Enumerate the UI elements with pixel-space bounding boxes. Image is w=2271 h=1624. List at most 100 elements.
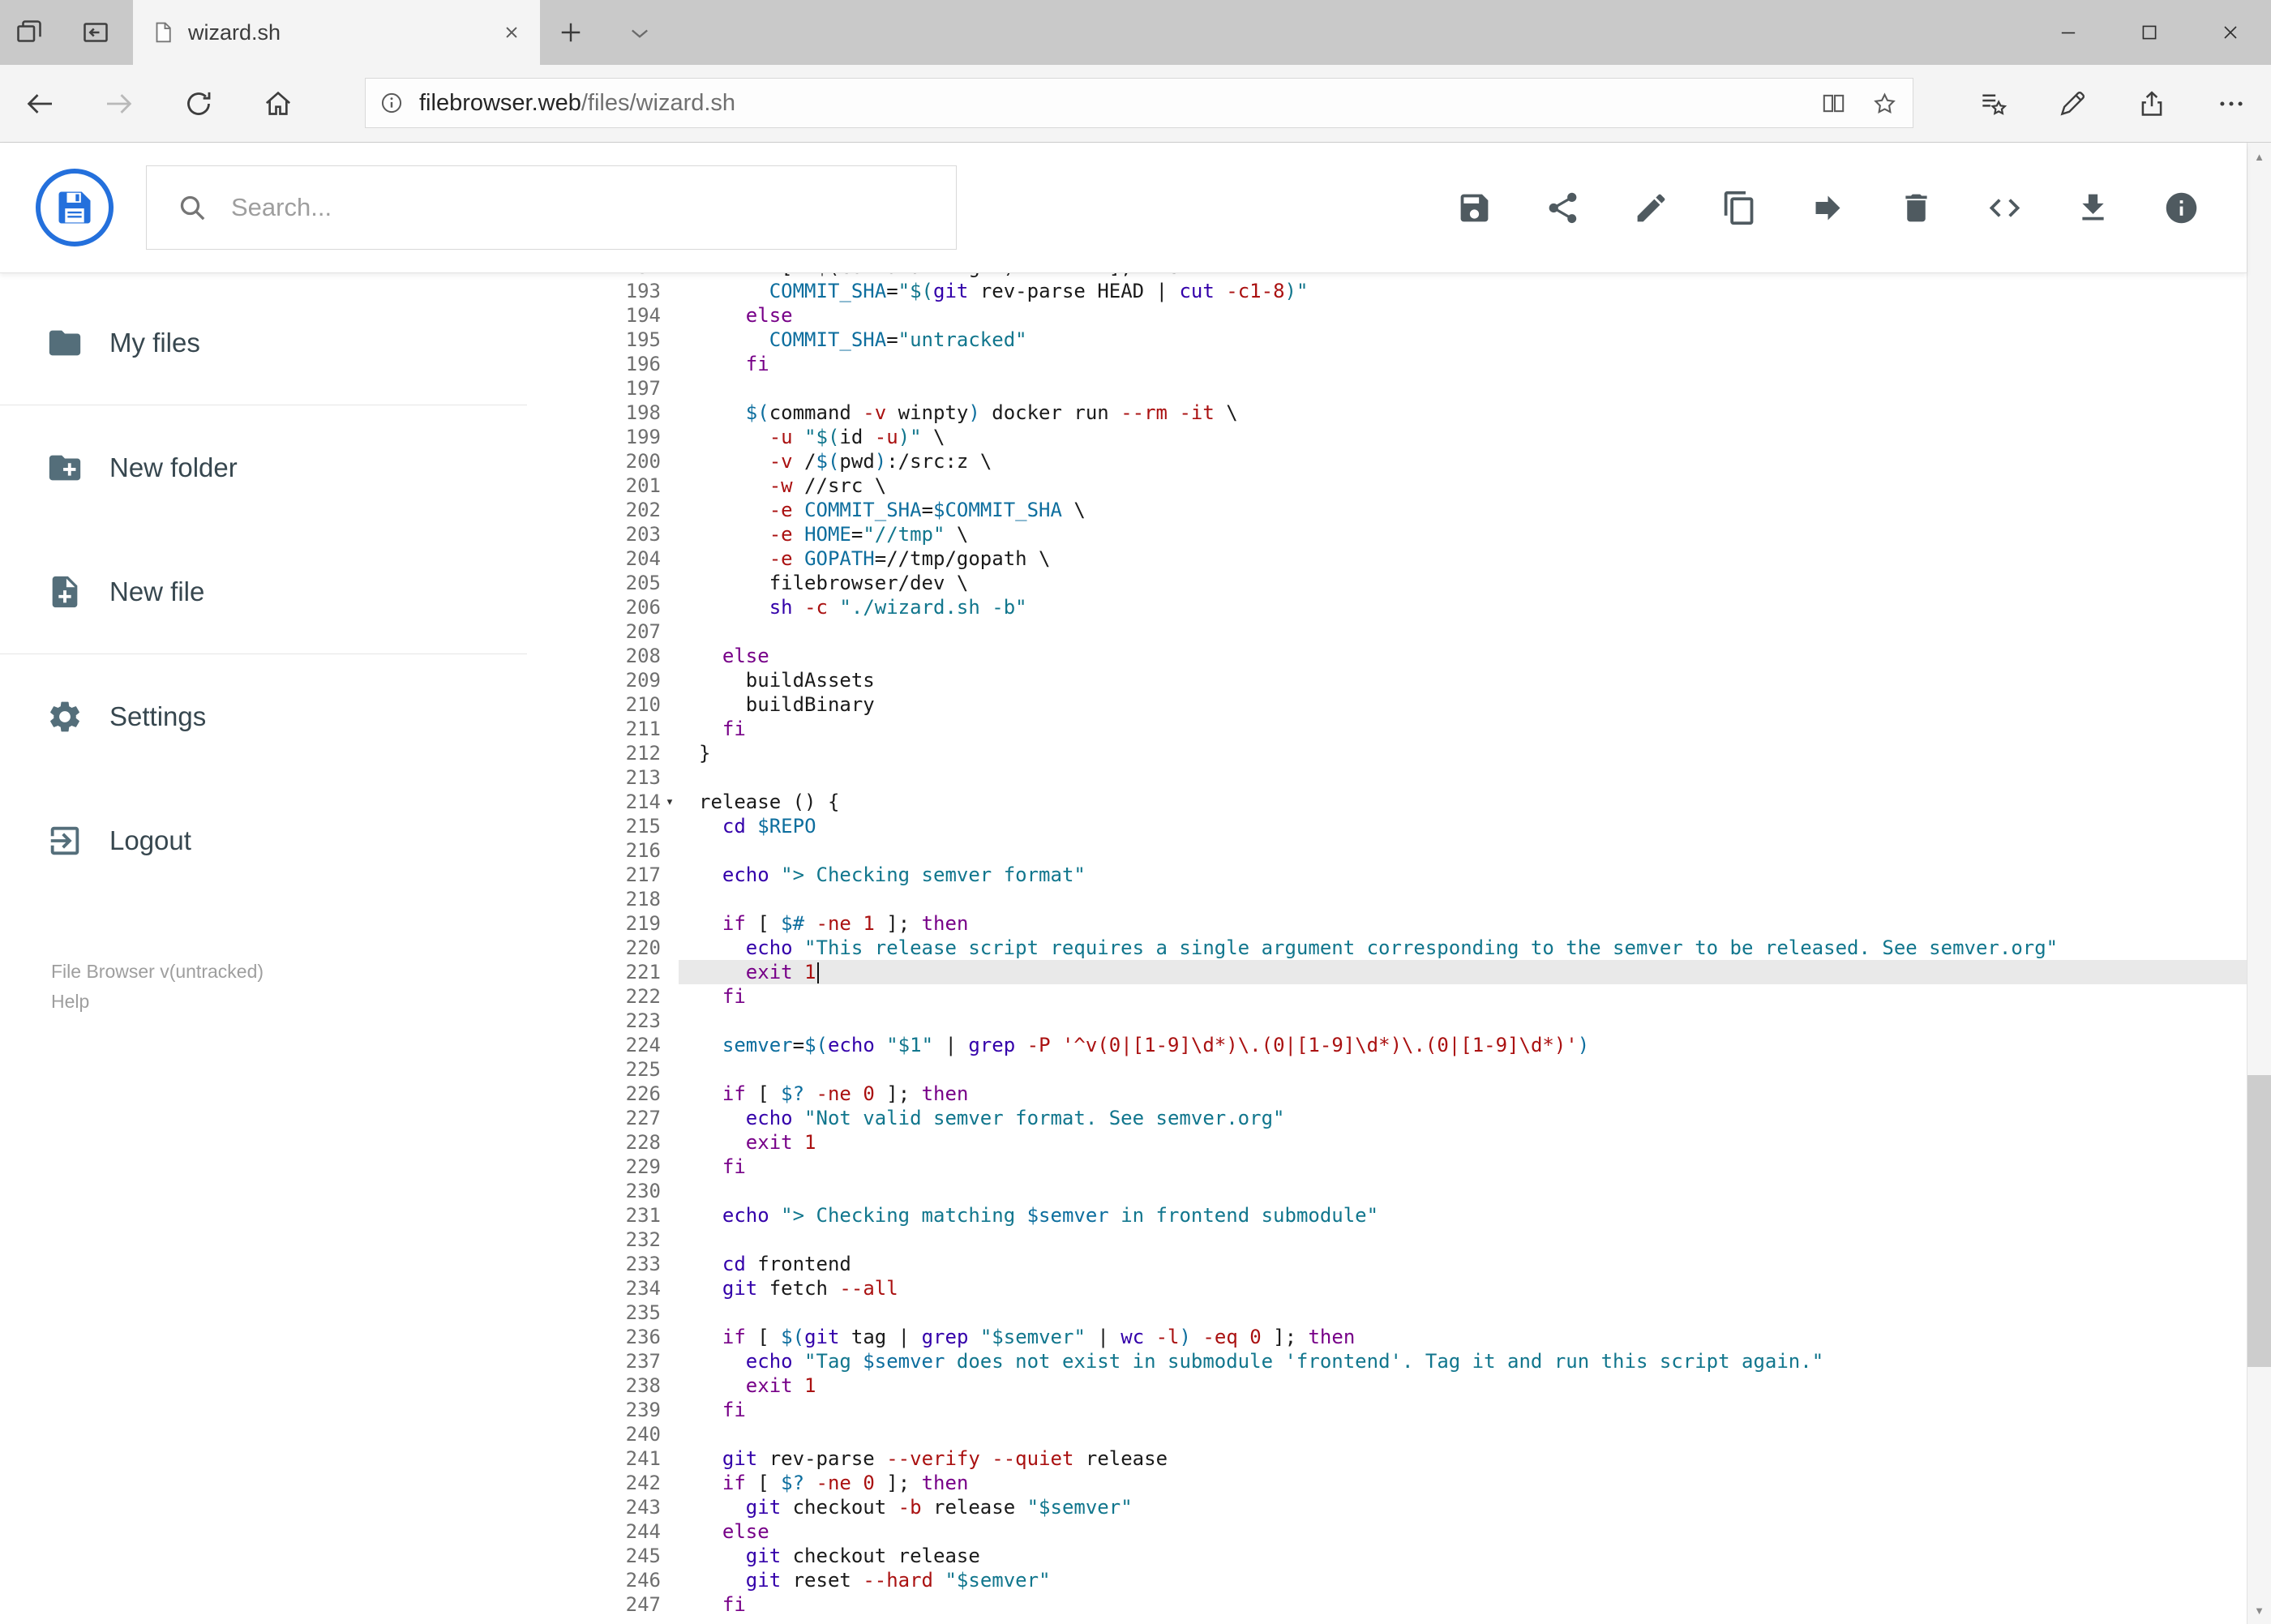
code-line[interactable]: 193 COMMIT_SHA="$(git rev-parse HEAD | c… — [527, 279, 2247, 303]
code-line[interactable]: 227 echo "Not valid semver format. See s… — [527, 1106, 2247, 1130]
code-line[interactable]: 223 — [527, 1009, 2247, 1033]
code-line[interactable]: 204 -e GOPATH=//tmp/gopath \ — [527, 546, 2247, 571]
code-line[interactable]: 200 -v /$(pwd):/src:z \ — [527, 449, 2247, 473]
code-line[interactable]: 218 — [527, 887, 2247, 911]
tab-preview-chevron-icon[interactable] — [626, 19, 653, 47]
code-line[interactable]: 196 fi — [527, 352, 2247, 376]
code-line[interactable]: 201 -w //src \ — [527, 473, 2247, 498]
code-line[interactable]: 239 fi — [527, 1398, 2247, 1422]
code-line[interactable]: 241 git rev-parse --verify --quiet relea… — [527, 1446, 2247, 1471]
url-text[interactable]: filebrowser.web/files/wizard.sh — [419, 90, 1820, 117]
move-icon[interactable] — [1810, 190, 1846, 226]
sidebar-item-new-folder[interactable]: New folder — [0, 405, 527, 529]
code-line[interactable]: 235 — [527, 1300, 2247, 1325]
code-line[interactable]: 219 if [ $# -ne 1 ]; then — [527, 911, 2247, 936]
tab-close-icon[interactable] — [501, 22, 522, 43]
code-line[interactable]: 233 cd frontend — [527, 1252, 2247, 1276]
code-line[interactable]: 225 — [527, 1057, 2247, 1082]
page-info-icon[interactable] — [379, 90, 405, 116]
code-icon[interactable] — [1986, 190, 2023, 226]
code-line[interactable]: 209 buildAssets — [527, 668, 2247, 692]
favorite-star-icon[interactable] — [1871, 90, 1898, 117]
maximize-button[interactable] — [2109, 0, 2190, 65]
code-line[interactable]: 198 $(command -v winpty) docker run --rm… — [527, 401, 2247, 425]
code-line[interactable]: 203 -e HOME="//tmp" \ — [527, 522, 2247, 546]
fold-marker-icon[interactable]: ▾ — [661, 790, 679, 814]
code-line[interactable]: 205 filebrowser/dev \ — [527, 571, 2247, 595]
new-tab-button[interactable] — [556, 18, 585, 47]
code-line[interactable]: 238 exit 1 — [527, 1373, 2247, 1398]
info-icon[interactable] — [2163, 190, 2200, 226]
edit-icon[interactable] — [1633, 190, 1669, 226]
copy-icon[interactable] — [1721, 190, 1758, 226]
scrollbar-thumb[interactable] — [2247, 1075, 2271, 1367]
delete-icon[interactable] — [1898, 190, 1935, 226]
code-line[interactable]: 197 — [527, 376, 2247, 401]
page-scrollbar[interactable]: ▲ ▼ — [2247, 143, 2271, 1624]
address-bar[interactable]: filebrowser.web/files/wizard.sh — [365, 78, 1913, 128]
code-line[interactable]: 210 buildBinary — [527, 692, 2247, 717]
code-line[interactable]: 244 else — [527, 1519, 2247, 1544]
code-line[interactable]: 221 exit 1 — [527, 960, 2247, 984]
browser-tab[interactable]: wizard.sh — [133, 0, 540, 65]
help-link[interactable]: Help — [51, 987, 264, 1017]
minimize-button[interactable] — [2028, 0, 2109, 65]
save-icon[interactable] — [1456, 190, 1493, 226]
sidebar-item-logout[interactable]: Logout — [0, 778, 527, 902]
code-line[interactable]: 237 echo "Tag $semver does not exist in … — [527, 1349, 2247, 1373]
scrollbar-down-arrow[interactable]: ▼ — [2247, 1596, 2271, 1624]
code-line[interactable]: 207 — [527, 619, 2247, 644]
code-line[interactable]: 217 echo "> Checking semver format" — [527, 863, 2247, 887]
code-line[interactable]: 215 cd $REPO — [527, 814, 2247, 838]
web-note-icon[interactable] — [2033, 88, 2112, 119]
code-line[interactable]: 242 if [ $? -ne 0 ]; then — [527, 1471, 2247, 1495]
filebrowser-logo[interactable] — [36, 169, 114, 246]
code-line[interactable]: 224 semver=$(echo "$1" | grep -P '^v(0|[… — [527, 1033, 2247, 1057]
code-line[interactable]: 228 exit 1 — [527, 1130, 2247, 1155]
scrollbar-up-arrow[interactable]: ▲ — [2247, 143, 2271, 170]
code-line[interactable]: 214 ▾ release () { — [527, 790, 2247, 814]
code-line[interactable]: 202 -e COMMIT_SHA=$COMMIT_SHA \ — [527, 498, 2247, 522]
code-line[interactable]: 229 fi — [527, 1155, 2247, 1179]
code-line[interactable]: 231 echo "> Checking matching $semver in… — [527, 1203, 2247, 1228]
code-line[interactable]: 226 if [ $? -ne 0 ]; then — [527, 1082, 2247, 1106]
code-line[interactable]: 195 COMMIT_SHA="untracked" — [527, 328, 2247, 352]
code-line[interactable]: 220 echo "This release script requires a… — [527, 936, 2247, 960]
back-icon[interactable] — [0, 88, 79, 120]
reading-view-icon[interactable] — [1820, 90, 1847, 117]
tabs-set-aside-icon[interactable] — [15, 18, 44, 47]
code-line[interactable]: 192 if [ "$(command -v git)" != "" ]; th… — [527, 272, 2247, 279]
share-icon[interactable] — [1545, 190, 1581, 226]
code-line[interactable]: 232 — [527, 1228, 2247, 1252]
code-editor[interactable]: 192 if [ "$(command -v git)" != "" ]; th… — [527, 272, 2247, 1624]
sidebar-item-my-files[interactable]: My files — [0, 281, 527, 405]
forward-icon[interactable] — [79, 88, 159, 120]
close-button[interactable] — [2190, 0, 2271, 65]
code-line[interactable]: 213 — [527, 765, 2247, 790]
code-line[interactable]: 206 sh -c "./wizard.sh -b" — [527, 595, 2247, 619]
home-icon[interactable] — [238, 88, 318, 120]
code-line[interactable]: 222 fi — [527, 984, 2247, 1009]
code-line[interactable]: 230 — [527, 1179, 2247, 1203]
code-line[interactable]: 245 git checkout release — [527, 1544, 2247, 1568]
code-line[interactable]: 208 else — [527, 644, 2247, 668]
code-line[interactable]: 216 — [527, 838, 2247, 863]
search-box[interactable] — [146, 165, 957, 250]
code-line[interactable]: 243 git checkout -b release "$semver" — [527, 1495, 2247, 1519]
code-line[interactable]: 234 git fetch --all — [527, 1276, 2247, 1300]
code-line[interactable]: 212} — [527, 741, 2247, 765]
sidebar-item-settings[interactable]: Settings — [0, 654, 527, 778]
code-line[interactable]: 240 — [527, 1422, 2247, 1446]
sidebar-item-new-file[interactable]: New file — [0, 529, 527, 653]
code-line[interactable]: 246 git reset --hard "$semver" — [527, 1568, 2247, 1592]
more-icon[interactable] — [2192, 88, 2271, 119]
share-page-icon[interactable] — [2112, 88, 2192, 119]
download-icon[interactable] — [2075, 190, 2111, 226]
code-line[interactable]: 211 fi — [527, 717, 2247, 741]
code-line[interactable]: 236 if [ $(git tag | grep "$semver" | wc… — [527, 1325, 2247, 1349]
code-line[interactable]: 247 fi — [527, 1592, 2247, 1617]
hub-icon[interactable] — [1953, 88, 2033, 119]
search-input[interactable] — [229, 192, 956, 223]
set-tabs-aside-icon[interactable] — [81, 18, 110, 47]
refresh-icon[interactable] — [159, 88, 238, 120]
